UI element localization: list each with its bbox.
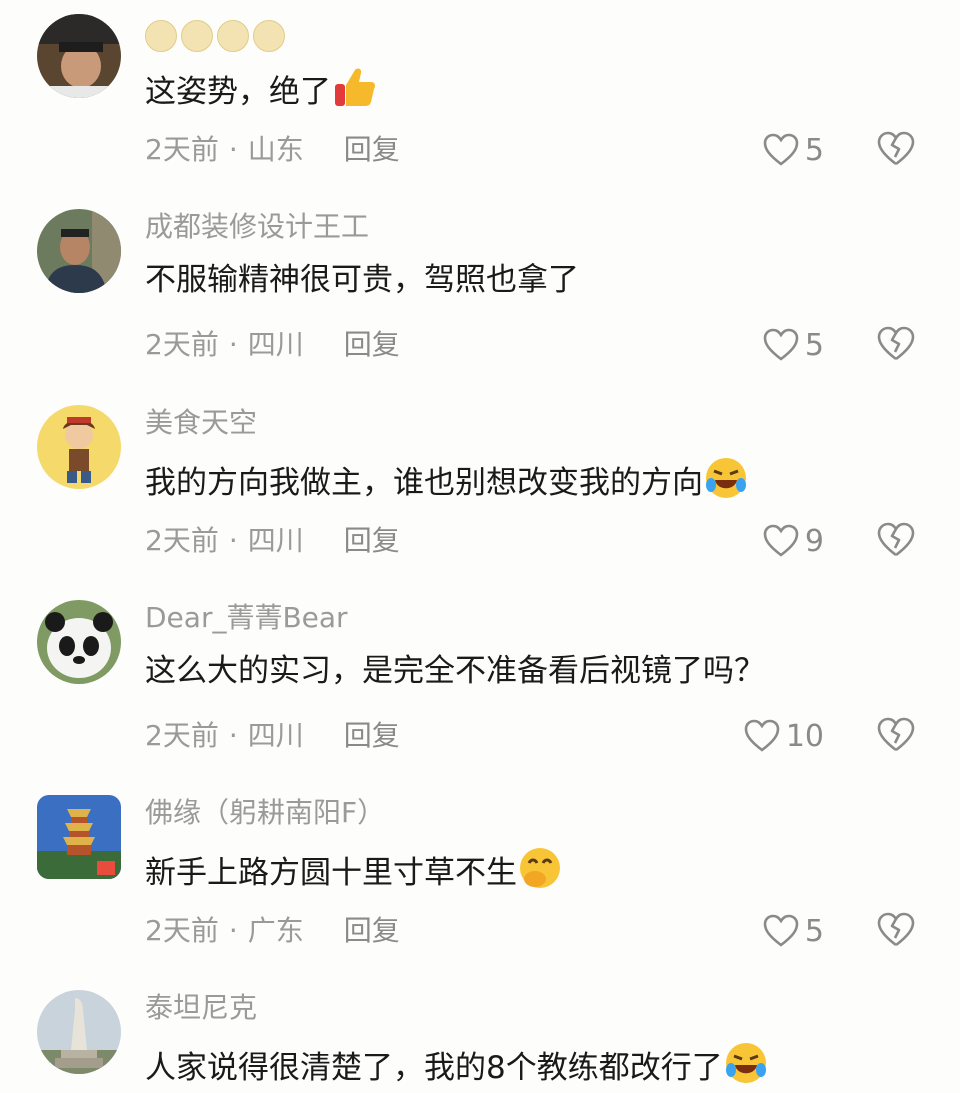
comment-item: 佛缘（躬耕南阳F） 新手上路方圆十里寸草不生 2天前 · 广东 回复 5 <box>0 781 960 976</box>
like-button[interactable]: 5 <box>763 128 824 172</box>
comment-meta: 2天前 · 四川 回复 <box>145 327 400 363</box>
heart-outline-icon <box>763 524 799 557</box>
heart-outline-icon <box>744 719 780 752</box>
comment-text: 不服输精神很可贵，驾照也拿了 <box>145 262 579 298</box>
comment-text: 我的方向我做主，谁也别想改变我的方向 <box>145 455 749 504</box>
reply-button[interactable]: 回复 <box>344 914 400 947</box>
like-count: 10 <box>785 718 824 754</box>
like-count: 5 <box>804 913 824 949</box>
comment-text: 人家说得很清楚了，我的8个教练都改行了 <box>145 1040 769 1089</box>
laugh-cry-icon <box>725 1043 766 1083</box>
username-emoji[interactable] <box>145 20 285 52</box>
heart-outline-icon <box>763 914 799 947</box>
avatar[interactable] <box>37 405 121 489</box>
smile-emoji-icon <box>181 20 213 52</box>
smile-emoji-icon <box>217 20 249 52</box>
comment-location: 广东 <box>247 914 304 947</box>
heart-outline-icon <box>763 133 799 166</box>
comment-item: 成都装修设计王工 不服输精神很可贵，驾照也拿了 2天前 · 四川 回复 5 <box>0 195 960 390</box>
comment-meta: 2天前 · 四川 回复 <box>145 718 400 754</box>
broken-heart-icon[interactable] <box>877 912 915 948</box>
like-count: 9 <box>804 523 824 559</box>
comment-item: 泰坦尼克 人家说得很清楚了，我的8个教练都改行了 <box>0 976 960 1093</box>
like-button[interactable]: 10 <box>744 714 824 758</box>
like-button[interactable]: 5 <box>763 323 824 367</box>
separator: · <box>228 328 238 361</box>
avatar[interactable] <box>37 795 121 879</box>
avatar[interactable] <box>37 600 121 684</box>
heart-outline-icon <box>763 328 799 361</box>
comment-item: Dear_菁菁Bear 这么大的实习，是完全不准备看后视镜了吗？ 2天前 · 四川 回… <box>0 586 960 781</box>
comment-text: 这姿势，绝了 <box>145 64 377 113</box>
comment-location: 四川 <box>247 524 304 557</box>
comment-time: 2天前 <box>145 914 219 947</box>
like-button[interactable]: 5 <box>763 909 824 953</box>
laugh-cry-icon <box>706 458 746 498</box>
like-count: 5 <box>804 132 824 168</box>
comment-time: 2天前 <box>145 133 219 166</box>
username[interactable]: Dear_菁菁Bear <box>145 600 348 636</box>
comment-location: 四川 <box>247 328 304 361</box>
comment-time: 2天前 <box>145 719 219 752</box>
comment-meta: 2天前 · 广东 回复 <box>145 913 400 949</box>
separator: · <box>228 914 238 947</box>
separator: · <box>228 524 238 557</box>
separator: · <box>228 133 238 166</box>
avatar[interactable] <box>37 14 121 98</box>
broken-heart-icon[interactable] <box>877 522 915 558</box>
broken-heart-icon[interactable] <box>877 131 915 167</box>
giggle-icon <box>520 848 560 888</box>
comment-item: 这姿势，绝了 2天前 · 山东 回复 5 <box>0 0 960 195</box>
comment-text: 新手上路方圆十里寸草不生 <box>145 845 563 894</box>
smile-emoji-icon <box>253 20 285 52</box>
username[interactable]: 泰坦尼克 <box>145 990 257 1026</box>
comment-meta: 2天前 · 山东 回复 <box>145 132 400 168</box>
reply-button[interactable]: 回复 <box>344 328 400 361</box>
comment-time: 2天前 <box>145 328 219 361</box>
separator: · <box>228 719 238 752</box>
broken-heart-icon[interactable] <box>877 717 915 753</box>
like-button[interactable]: 9 <box>763 519 824 563</box>
broken-heart-icon[interactable] <box>877 326 915 362</box>
reply-button[interactable]: 回复 <box>344 133 400 166</box>
smile-emoji-icon <box>145 20 177 52</box>
comment-item: 美食天空 我的方向我做主，谁也别想改变我的方向 2天前 · 四川 回复 9 <box>0 391 960 586</box>
reply-button[interactable]: 回复 <box>344 719 400 752</box>
comment-text: 这么大的实习，是完全不准备看后视镜了吗？ <box>145 653 765 689</box>
reply-button[interactable]: 回复 <box>344 524 400 557</box>
comment-meta: 2天前 · 四川 回复 <box>145 523 400 559</box>
avatar[interactable] <box>37 990 121 1074</box>
thumbs-up-icon <box>335 68 375 106</box>
like-count: 5 <box>804 327 824 363</box>
username[interactable]: 佛缘（躬耕南阳F） <box>145 795 385 831</box>
username[interactable]: 美食天空 <box>145 405 257 441</box>
comment-location: 山东 <box>247 133 304 166</box>
comment-time: 2天前 <box>145 524 219 557</box>
avatar[interactable] <box>37 209 121 293</box>
username[interactable]: 成都装修设计王工 <box>145 209 369 245</box>
comment-location: 四川 <box>247 719 304 752</box>
